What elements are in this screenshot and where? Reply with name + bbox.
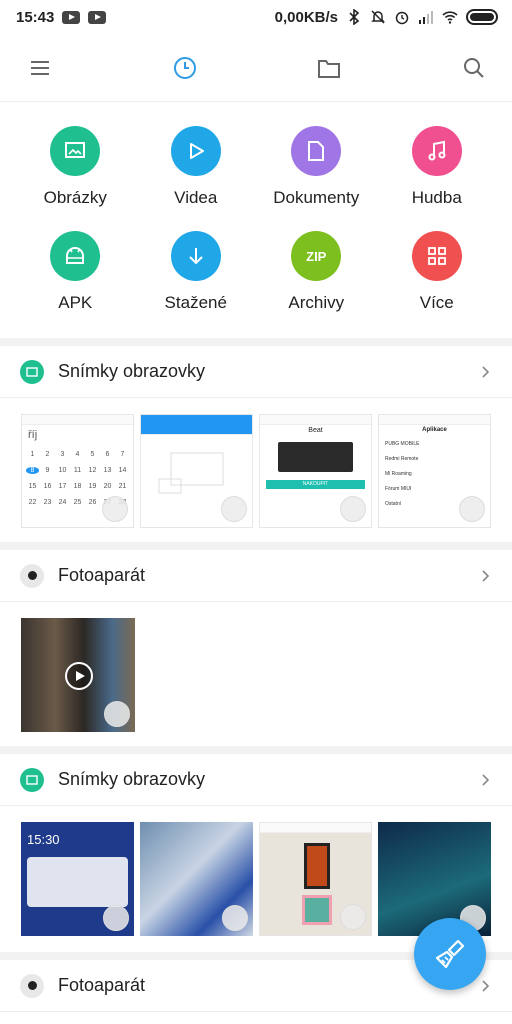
section-camera: Fotoaparát [0,550,512,748]
video-play-icon [65,662,93,690]
document-icon [291,126,342,176]
shop-buy-button: NAKOUPIT [266,480,365,489]
alarm-icon [395,11,409,25]
category-label: Stažené [164,293,227,312]
category-label: Více [419,293,454,312]
thumbnail-apps[interactable]: Aplikace PUBG MOBILE Redmi Remote Mi Roa… [378,414,491,528]
category-label: Archivy [288,293,345,312]
chevron-right-icon [482,773,490,786]
category-label: Videa [174,188,218,207]
search-button[interactable] [456,50,492,86]
image-icon [50,126,101,176]
section-header[interactable]: Fotoaparát [0,550,512,602]
chevron-right-icon [482,979,490,992]
thumbnail-shop[interactable]: Beat NAKOUPIT [259,414,372,528]
recent-clock-icon [173,56,196,79]
category-downloads[interactable]: Stažené [136,215,257,320]
thumbnail-blurred[interactable] [140,822,253,936]
lock-time: 15:30 [27,832,60,847]
zip-badge: ZIP [306,248,327,264]
select-checkbox[interactable] [103,905,129,931]
screenshot-icon [20,767,44,792]
mute-bell-icon [371,10,385,24]
network-speed: 0,00KB/s [274,8,338,26]
bluetooth-icon [349,9,360,25]
apps-title: Aplikace [422,427,447,433]
cleaner-fab-button[interactable] [414,918,486,990]
category-music[interactable]: Hudba [377,110,498,215]
youtube-icon [62,10,81,24]
select-checkbox[interactable] [102,496,128,522]
chevron-right-icon [482,365,490,378]
thumbnail-lockscreen[interactable]: 15:30 [21,822,134,936]
select-checkbox[interactable] [459,496,485,522]
app-row: Redmi Remote [385,456,419,462]
section-screenshots: Snímky obrazovky říj 1234567 8 9 10 11 12 13 1… [0,346,512,544]
section-header[interactable]: Snímky obrazovky [0,346,512,398]
speaker-image [278,442,353,472]
select-checkbox[interactable] [340,904,367,930]
category-documents[interactable]: Dokumenty [256,110,377,215]
chevron-right-icon [482,569,490,582]
camera-icon [20,973,44,998]
music-icon [411,126,462,176]
divider [0,338,512,346]
top-toolbar [0,34,512,102]
app-row: Mi Roaming [385,471,412,477]
wifi-icon [442,11,458,24]
thumbnail-calendar[interactable]: říj 1234567 8 9 10 11 12 13 14 15 16 17 18 19 20 21 … [21,414,134,528]
category-label: APK [58,293,93,312]
recent-tab-button[interactable] [167,50,203,86]
screenshot-icon [20,359,44,384]
section-title: Fotoaparát [58,975,146,995]
youtube-icon [88,10,107,24]
app-row: PUBG MOBILE [385,441,420,447]
divider [0,542,512,550]
menu-icon [31,60,49,75]
battery-icon [466,9,498,25]
search-icon [463,57,484,78]
section-title: Fotoaparát [58,565,146,585]
category-apk[interactable]: APK [15,215,136,320]
camera-icon [20,563,44,588]
select-checkbox[interactable] [221,496,247,522]
category-label: Hudba [411,188,462,207]
android-icon [50,231,101,281]
category-label: Dokumenty [273,188,360,207]
section-header[interactable]: Snímky obrazovky [0,754,512,806]
play-icon [170,126,221,176]
zip-icon: ZIP [291,231,342,281]
category-label: Obrázky [43,188,107,207]
shop-title: Beat [308,427,323,434]
signal-icon [419,11,433,24]
device-illustration [158,452,224,494]
status-bar: 15:43 0,00KB/s [0,0,512,34]
app-row: Fórum MIUI [385,486,412,492]
category-more[interactable]: Více [377,215,498,320]
select-checkbox[interactable] [340,496,366,522]
status-time: 15:43 [16,8,55,26]
broom-icon [435,939,465,969]
category-grid: Obrázky Videa Dokumenty Hudba APK Stažen… [0,110,512,338]
select-checkbox[interactable] [104,701,130,727]
category-archives[interactable]: ZIP Archivy [256,215,377,320]
section-title: Snímky obrazovky [58,361,206,381]
thumbnail-photo-frame[interactable] [259,822,373,936]
select-checkbox[interactable] [222,905,248,931]
thumbnail-dark-screen[interactable] [378,822,492,936]
thumbnail-blue-app[interactable] [140,414,253,528]
thumbnail-video[interactable] [21,618,135,732]
files-tab-button[interactable] [311,50,347,86]
section-title: Snímky obrazovky [58,769,206,789]
menu-button[interactable] [22,50,58,86]
grid-icon [411,231,462,281]
folder-icon [318,59,341,78]
category-videos[interactable]: Videa [136,110,257,215]
calendar-month: říj [28,429,38,441]
divider [0,746,512,754]
download-icon [170,231,221,281]
category-images[interactable]: Obrázky [15,110,136,215]
